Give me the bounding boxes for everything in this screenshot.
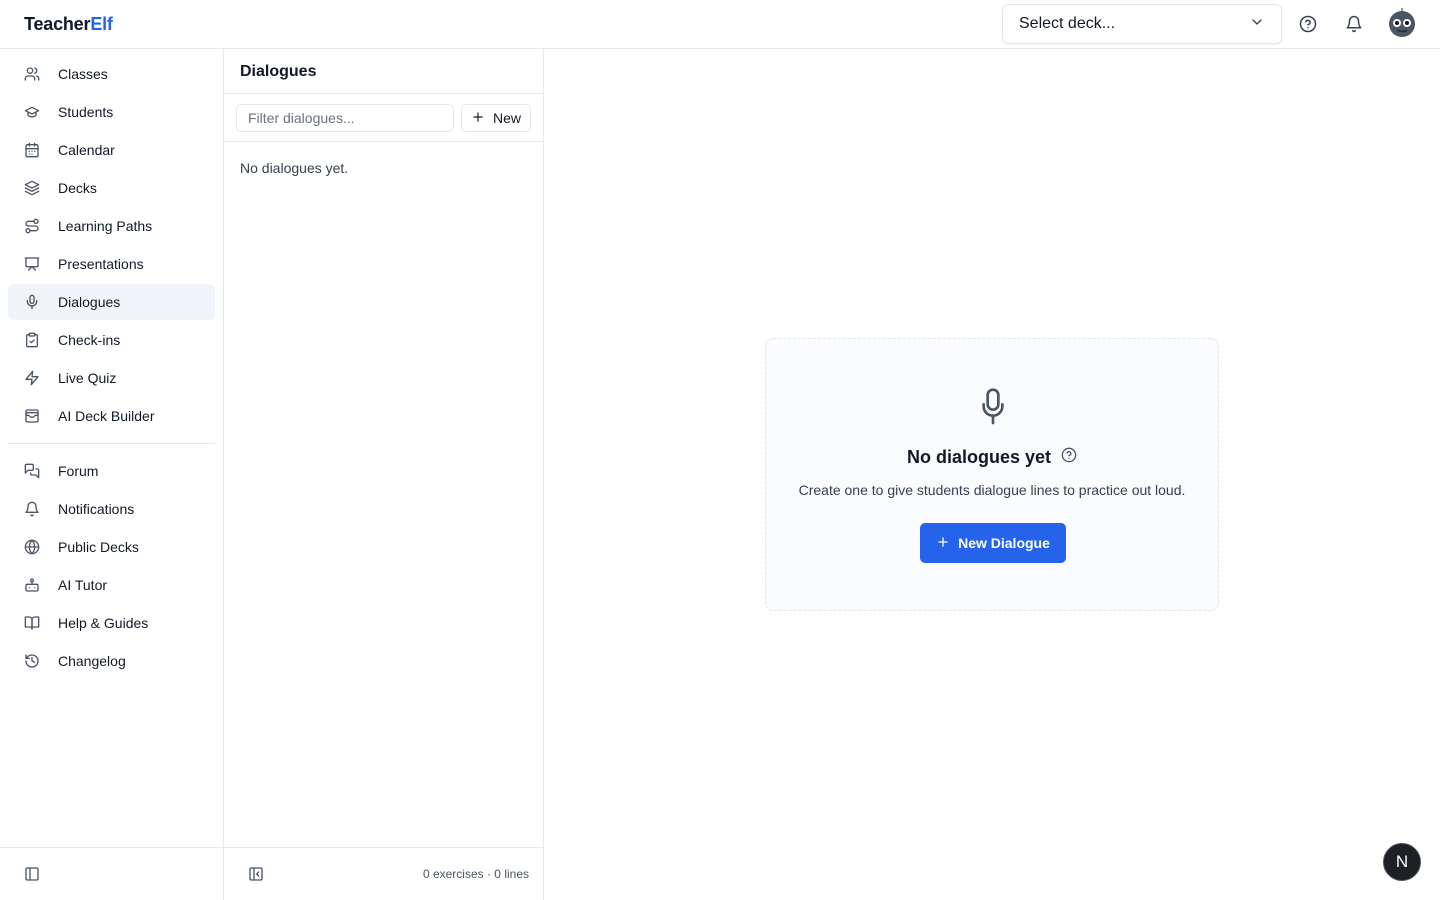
sidebar-item-ai-tutor[interactable]: AI Tutor — [8, 567, 215, 603]
sidebar-item-label: AI Tutor — [58, 577, 108, 593]
new-dialogue-button[interactable]: New Dialogue — [920, 523, 1066, 563]
deck-select[interactable]: Select deck... — [1002, 4, 1282, 44]
bot-icon — [24, 577, 40, 593]
sidebar-item-label: Changelog — [58, 653, 126, 669]
layers-icon — [24, 180, 40, 196]
sidebar-item-public-decks[interactable]: Public Decks — [8, 529, 215, 565]
sidebar-item-dialogues[interactable]: Dialogues — [8, 284, 215, 320]
nav-primary: Classes Students Calendar Decks Learning… — [0, 49, 223, 434]
help-circle-icon[interactable] — [1296, 12, 1320, 36]
fab-label: N — [1395, 852, 1409, 871]
empty-state-title-row: No dialogues yet — [766, 447, 1218, 468]
graduation-cap-icon — [24, 104, 40, 120]
wallet-cards-icon — [24, 408, 40, 424]
calendar-icon — [24, 142, 40, 158]
logo-text-elf: Elf — [90, 14, 113, 34]
globe-icon — [24, 539, 40, 555]
sidebar: Classes Students Calendar Decks Learning… — [0, 49, 224, 900]
sidebar-item-live-quiz[interactable]: Live Quiz — [8, 360, 215, 396]
top-bar: TeacherElf Select deck... — [0, 0, 1440, 49]
sidebar-item-presentations[interactable]: Presentations — [8, 246, 215, 282]
book-open-icon — [24, 615, 40, 631]
sidebar-item-label: AI Deck Builder — [58, 408, 155, 424]
plus-icon — [471, 110, 485, 127]
empty-state-subtitle: Create one to give students dialogue lin… — [798, 482, 1186, 498]
sidebar-item-label: Check-ins — [58, 332, 121, 348]
users-icon — [24, 66, 40, 82]
dialogues-list-panel: Dialogues New No dialogues yet. 0 exerci… — [224, 49, 544, 900]
sidebar-item-label: Live Quiz — [58, 370, 117, 386]
clipboard-check-icon — [24, 332, 40, 348]
sidebar-item-forum[interactable]: Forum — [8, 453, 215, 489]
plus-icon — [936, 535, 950, 552]
panel-left-icon[interactable] — [24, 866, 40, 882]
sidebar-item-label: Classes — [58, 66, 108, 82]
history-icon — [24, 653, 40, 669]
bell-icon — [24, 501, 40, 517]
sidebar-item-decks[interactable]: Decks — [8, 170, 215, 206]
sidebar-item-label: Notifications — [58, 501, 135, 517]
sidebar-item-help-guides[interactable]: Help & Guides — [8, 605, 215, 641]
sidebar-footer — [0, 847, 223, 900]
sidebar-item-classes[interactable]: Classes — [8, 56, 215, 92]
chevron-down-icon — [1249, 14, 1265, 35]
new-dialogue-button-label: New Dialogue — [958, 535, 1050, 551]
sidebar-item-label: Calendar — [58, 142, 115, 158]
bell-icon[interactable] — [1342, 12, 1366, 36]
robot-avatar-icon[interactable] — [1386, 7, 1418, 39]
sidebar-item-label: Help & Guides — [58, 615, 149, 631]
panel-collapse-icon[interactable] — [248, 866, 264, 882]
sidebar-item-label: Dialogues — [58, 294, 121, 310]
empty-list-text: No dialogues yet. — [240, 160, 349, 176]
app-logo[interactable]: TeacherElf — [24, 14, 113, 35]
route-icon — [24, 218, 40, 234]
sidebar-item-learning-paths[interactable]: Learning Paths — [8, 208, 215, 244]
sidebar-item-calendar[interactable]: Calendar — [8, 132, 215, 168]
mic-icon — [977, 387, 1009, 427]
sidebar-divider — [8, 443, 215, 444]
sidebar-item-students[interactable]: Students — [8, 94, 215, 130]
help-circle-icon[interactable] — [1061, 447, 1077, 468]
sidebar-item-check-ins[interactable]: Check-ins — [8, 322, 215, 358]
sidebar-item-label: Forum — [58, 463, 99, 479]
presentation-icon — [24, 256, 40, 272]
deck-select-label: Select deck... — [1019, 15, 1116, 32]
sidebar-item-label: Presentations — [58, 256, 144, 272]
sidebar-item-label: Decks — [58, 180, 97, 196]
sidebar-item-notifications[interactable]: Notifications — [8, 491, 215, 527]
messages-icon — [24, 463, 40, 479]
next-logo-button[interactable]: N — [1383, 843, 1421, 881]
panel-toolbar: New — [224, 94, 543, 142]
filter-dialogues-input[interactable] — [236, 104, 454, 132]
zap-icon — [24, 370, 40, 386]
new-dialogue-small-button[interactable]: New — [461, 104, 531, 132]
sidebar-item-label: Public Decks — [58, 539, 139, 555]
mic-icon — [24, 294, 40, 310]
panel-title: Dialogues — [224, 49, 543, 94]
panel-stats: 0 exercises · 0 lines — [422, 867, 529, 881]
new-button-label: New — [492, 110, 521, 126]
empty-state-title: No dialogues yet — [906, 447, 1052, 467]
panel-footer: 0 exercises · 0 lines — [224, 847, 543, 900]
empty-state-card: No dialogues yet Create one to give stud… — [765, 338, 1219, 611]
sidebar-item-changelog[interactable]: Changelog — [8, 643, 215, 679]
sidebar-item-ai-deck-builder[interactable]: AI Deck Builder — [8, 398, 215, 434]
sidebar-item-label: Students — [58, 104, 114, 120]
logo-text-teacher: Teacher — [24, 14, 91, 34]
sidebar-item-label: Learning Paths — [58, 218, 153, 234]
nav-secondary: Forum Notifications Public Decks AI Tuto… — [0, 453, 223, 679]
